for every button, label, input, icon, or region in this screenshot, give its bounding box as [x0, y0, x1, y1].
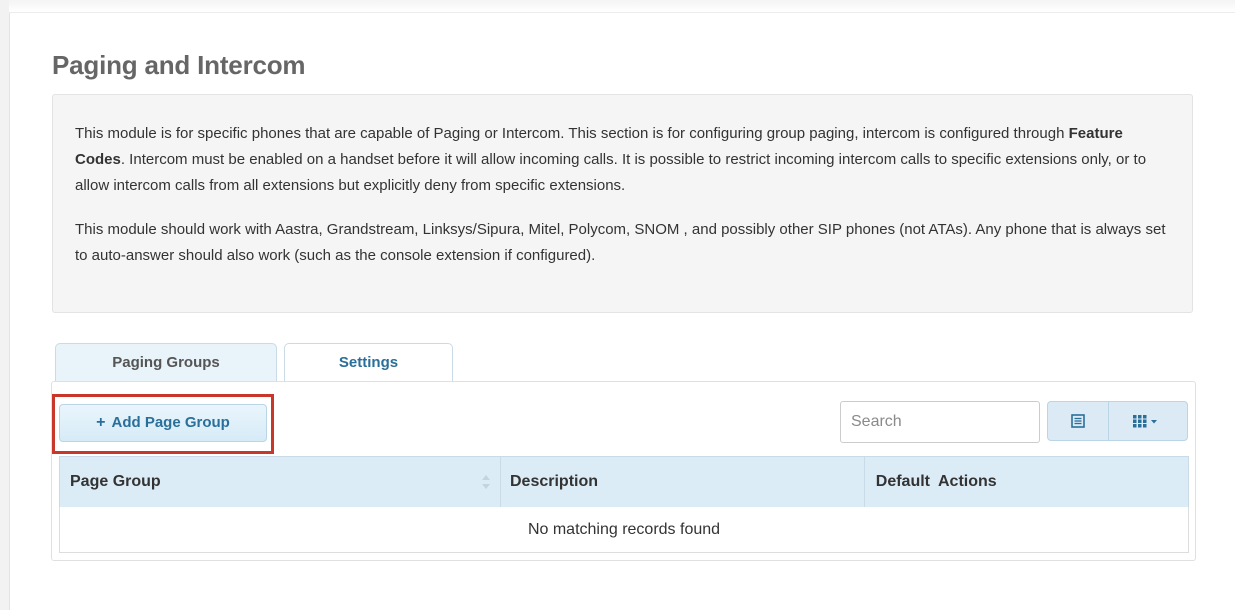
tab-settings[interactable]: Settings: [284, 343, 453, 381]
list-icon: [1071, 414, 1085, 428]
empty-message: No matching records found: [527, 521, 721, 538]
description-paragraph-2: This module should work with Aastra, Gra…: [75, 221, 1166, 264]
columns-dropdown-button[interactable]: [1108, 401, 1188, 441]
grid-dropdown-icon: [1133, 415, 1157, 428]
add-page-group-button[interactable]: + Add Page Group: [59, 404, 267, 442]
sort-icon: [482, 475, 490, 489]
column-header-actions: Actions: [938, 473, 997, 490]
table-empty-row: No matching records found: [59, 507, 1189, 553]
toggle-view-button[interactable]: [1047, 401, 1109, 441]
column-header-default[interactable]: Default: [865, 457, 930, 507]
table-header: Page Group Description Default Actions: [59, 456, 1189, 508]
page-title: Paging and Intercom: [52, 50, 306, 80]
column-header-page-group[interactable]: Page Group: [60, 457, 501, 507]
tab-paging-groups[interactable]: Paging Groups: [55, 343, 277, 382]
plus-icon: +: [96, 414, 106, 431]
module-description-box: This module is for specific phones that …: [52, 94, 1193, 313]
top-border: [9, 0, 1235, 13]
search-input[interactable]: [840, 401, 1040, 443]
column-header-description[interactable]: Description: [501, 457, 865, 507]
add-page-group-label: Add Page Group: [111, 414, 230, 431]
left-border: [0, 0, 10, 610]
app-window: Paging and Intercom This module is for s…: [0, 0, 1235, 610]
description-paragraph-1: This module is for specific phones that …: [75, 125, 1147, 194]
